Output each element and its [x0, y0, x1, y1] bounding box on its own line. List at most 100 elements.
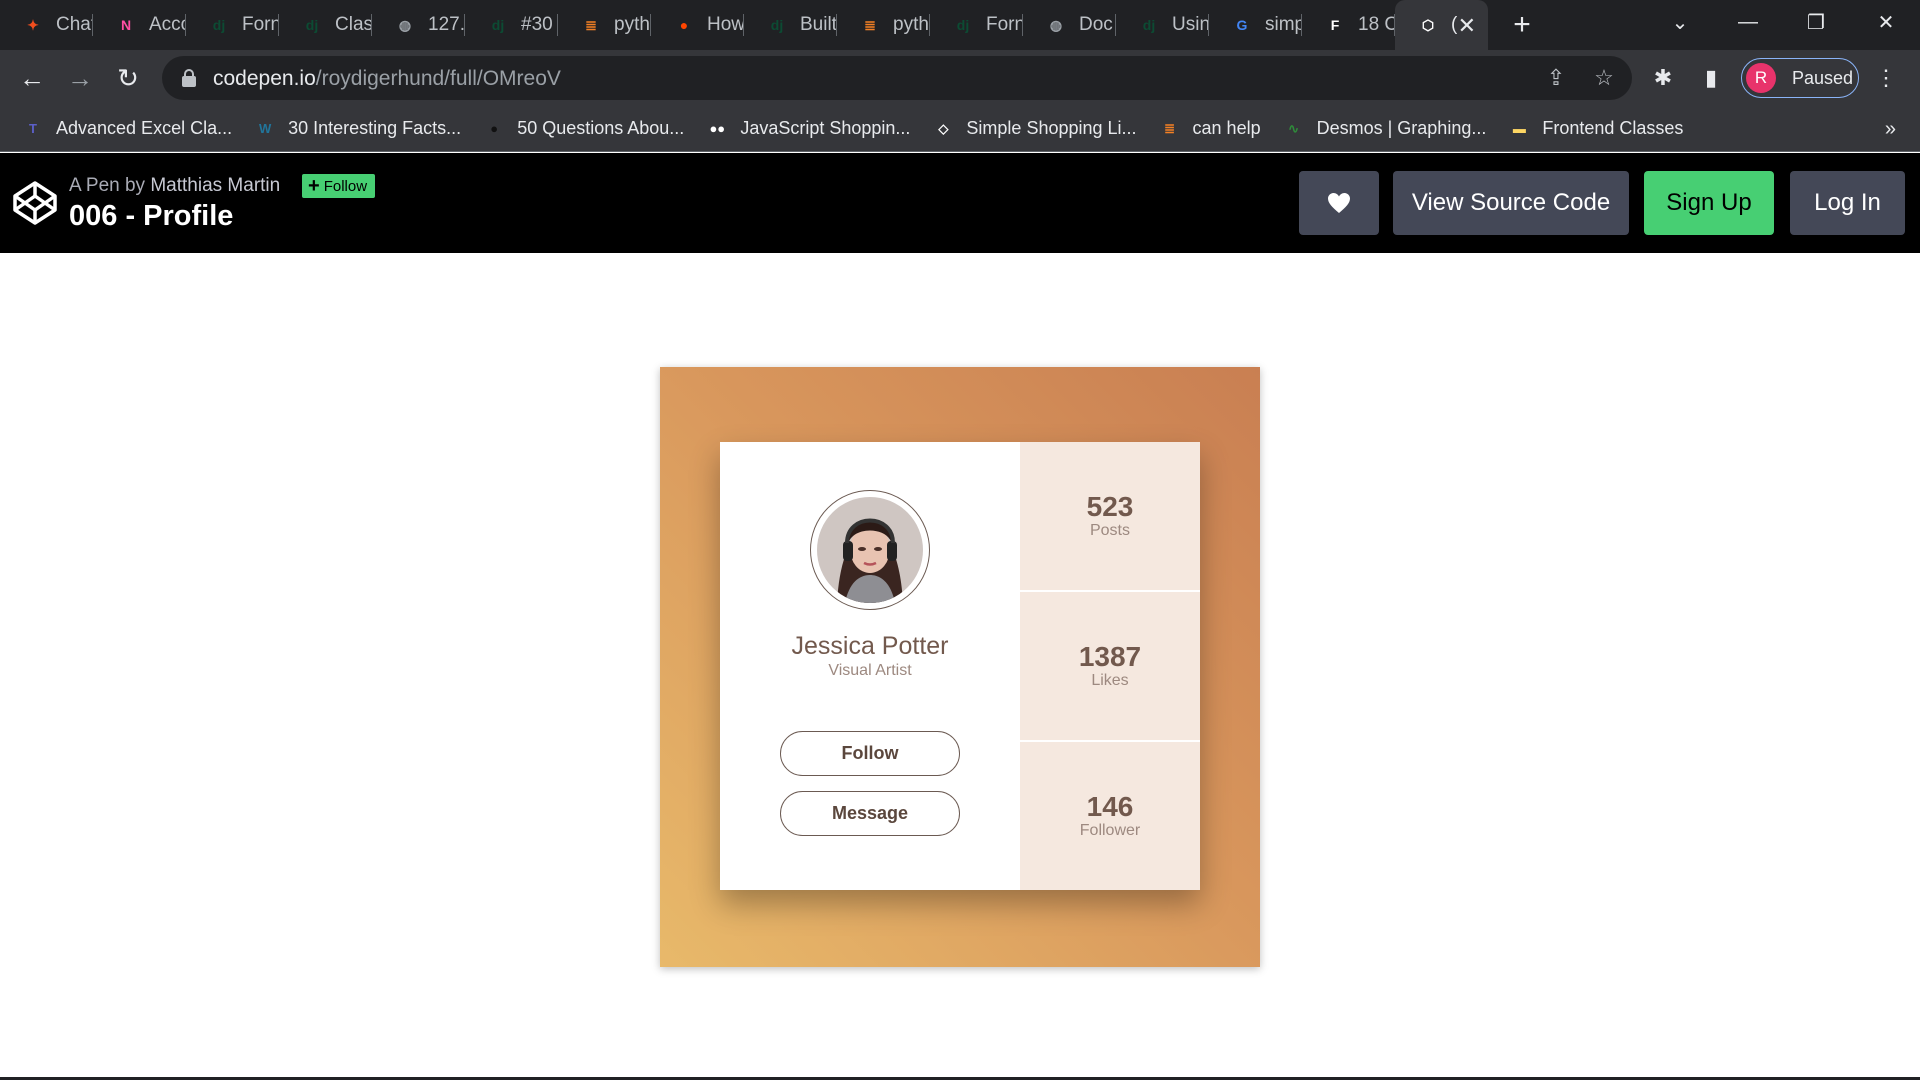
browser-tab[interactable]: ≣ pyth — [837, 0, 930, 50]
avatar-photo — [817, 497, 923, 603]
tab-title: 127. — [428, 14, 465, 35]
profile-name: Jessica Potter — [791, 632, 949, 660]
tab-title: simp — [1265, 14, 1302, 35]
follow-author-label: Follow — [323, 177, 368, 195]
follow-button[interactable]: Follow — [780, 731, 960, 776]
browser-tab[interactable]: Gsimp — [1209, 0, 1302, 50]
bookmark-label: 50 Questions Abou... — [517, 118, 685, 138]
tab-title: pyth — [893, 14, 929, 35]
bookmark-item[interactable]: T Advanced Excel Cla... — [22, 118, 232, 140]
tab-title: Clas — [335, 14, 372, 35]
bookmark-item[interactable]: ≣ can help — [1159, 118, 1261, 140]
google-icon: G — [1236, 17, 1248, 33]
stackoverflow-icon: ≣ — [585, 16, 597, 33]
stat-posts: 523 Posts — [1020, 442, 1200, 592]
lock-icon[interactable] — [182, 69, 196, 87]
tab-title: Doc — [1079, 14, 1113, 35]
bookmark-item[interactable]: ●● JavaScript Shoppin... — [706, 118, 910, 140]
tab-title: 18 C — [1358, 14, 1395, 35]
browser-tab[interactable]: F 18 C — [1302, 0, 1395, 50]
stackoverflow-icon: ≣ — [864, 16, 876, 33]
browser-tab[interactable]: dj Usin — [1116, 0, 1209, 50]
new-tab-button[interactable]: + — [1502, 5, 1542, 45]
love-button[interactable] — [1299, 171, 1379, 235]
browser-tab[interactable]: ● How — [651, 0, 744, 50]
minimize-button[interactable]: — — [1714, 0, 1782, 44]
forward-button[interactable]: → — [60, 58, 100, 98]
django-icon: dj — [956, 17, 970, 33]
browser-tab[interactable]: ✦ Chat — [0, 0, 93, 50]
heart-icon — [1328, 193, 1350, 213]
stat-followers: 146 Follower — [1020, 742, 1200, 890]
medium-icon: ●● — [709, 121, 726, 136]
browser-tab[interactable]: ◍ Doc — [1023, 0, 1116, 50]
portrait-image — [817, 497, 923, 603]
stat-label: Likes — [1091, 672, 1129, 689]
tab-title: Built — [800, 14, 837, 35]
avatar — [810, 490, 930, 610]
author-link[interactable]: Matthias Martin — [150, 175, 280, 196]
tab-active[interactable]: ⬡ (✕ — [1395, 0, 1488, 50]
reload-button[interactable]: ↻ — [108, 58, 148, 98]
codepen-logo-icon[interactable] — [12, 180, 58, 226]
stat-label: Follower — [1079, 822, 1141, 839]
tab-search-icon[interactable]: ⌄ — [1646, 0, 1714, 44]
stat-likes: 1387 Likes — [1020, 592, 1200, 742]
tab-list: ✦ Chat N Acco dj Forn dj Clas ◍ 127. dj #30 ≣ pyth ● Ho… — [0, 0, 1488, 50]
profile-status: Paused — [1792, 67, 1854, 88]
bookmark-label: Simple Shopping Li... — [966, 118, 1137, 138]
browser-tab[interactable]: ≣ pyth — [558, 0, 651, 50]
tab-title: pyth — [614, 14, 650, 35]
desmos-icon: ∿ — [1288, 120, 1300, 136]
bookmark-label: Advanced Excel Cla... — [56, 118, 233, 138]
signup-button[interactable]: Sign Up — [1644, 171, 1774, 235]
view-source-button[interactable]: View Source Code — [1393, 171, 1629, 235]
menu-kebab-icon[interactable]: ⋮ — [1870, 62, 1902, 94]
browser-tab[interactable]: dj Forn — [186, 0, 279, 50]
browser-tab[interactable]: ◍ 127. — [372, 0, 465, 50]
browser-tab[interactable]: dj Built — [744, 0, 837, 50]
close-tab-icon[interactable]: ✕ — [1458, 13, 1476, 39]
stat-value: 523 — [1086, 491, 1134, 522]
browser-tab[interactable]: dj #30 — [465, 0, 558, 50]
wordpress-icon: W — [258, 121, 272, 136]
profile-button[interactable]: R Paused — [1741, 58, 1859, 98]
tab-title: How — [707, 14, 744, 35]
circle-icon: ● — [490, 121, 499, 136]
figma-icon: ✦ — [27, 16, 39, 33]
back-button[interactable]: ← — [12, 58, 52, 98]
tab-title: #30 — [521, 14, 553, 35]
bookmark-item[interactable]: ▬ Frontend Classes — [1508, 118, 1684, 140]
close-window-button[interactable]: ✕ — [1852, 0, 1920, 44]
globe-icon: ◍ — [1049, 16, 1063, 33]
follow-author-button[interactable]: + Follow — [302, 174, 376, 198]
more-bookmarks-icon[interactable]: » — [1885, 118, 1896, 141]
gradient-background-frame: Jessica Potter Visual Artist Follow Mess… — [660, 367, 1260, 967]
url-text[interactable]: codepen.io/roydigerhund/full/OMreoV — [213, 67, 561, 91]
browser-tab[interactable]: dj Clas — [279, 0, 372, 50]
bookmark-item[interactable]: ● 50 Questions Abou... — [483, 118, 684, 140]
bookmark-item[interactable]: ∿ Desmos | Graphing... — [1283, 118, 1486, 140]
reddit-icon: ● — [679, 17, 689, 33]
bookmark-label: Frontend Classes — [1542, 118, 1684, 138]
bookmark-item[interactable]: W 30 Interesting Facts... — [254, 118, 461, 140]
stat-label: Posts — [1089, 522, 1130, 539]
browser-tab[interactable]: N Acco — [93, 0, 186, 50]
login-button[interactable]: Log In — [1790, 171, 1905, 235]
codepen-header: A Pen by Matthias Martin + Follow 006 - P… — [0, 153, 1920, 253]
django-icon: dj — [212, 17, 226, 33]
share-icon[interactable]: ⇪ — [1542, 64, 1570, 92]
bookmark-item[interactable]: ◇ Simple Shopping Li... — [932, 118, 1136, 140]
teams-icon: T — [29, 121, 37, 136]
side-panel-icon[interactable]: ▮ — [1695, 62, 1727, 94]
stackoverflow-icon: ≣ — [1164, 120, 1175, 136]
tab-title: ( — [1451, 14, 1458, 35]
extensions-puzzle-icon[interactable]: ✱ — [1647, 62, 1679, 94]
browser-tab[interactable]: dj Forn — [930, 0, 1023, 50]
message-button[interactable]: Message — [780, 791, 960, 836]
globe-icon: ◍ — [398, 16, 412, 33]
profile-role: Visual Artist — [828, 662, 912, 679]
address-bar[interactable]: codepen.io/roydigerhund/full/OMreoV ⇪ ☆ — [162, 56, 1632, 100]
bookmark-star-icon[interactable]: ☆ — [1590, 64, 1618, 92]
restore-button[interactable]: ❐ — [1782, 0, 1850, 44]
